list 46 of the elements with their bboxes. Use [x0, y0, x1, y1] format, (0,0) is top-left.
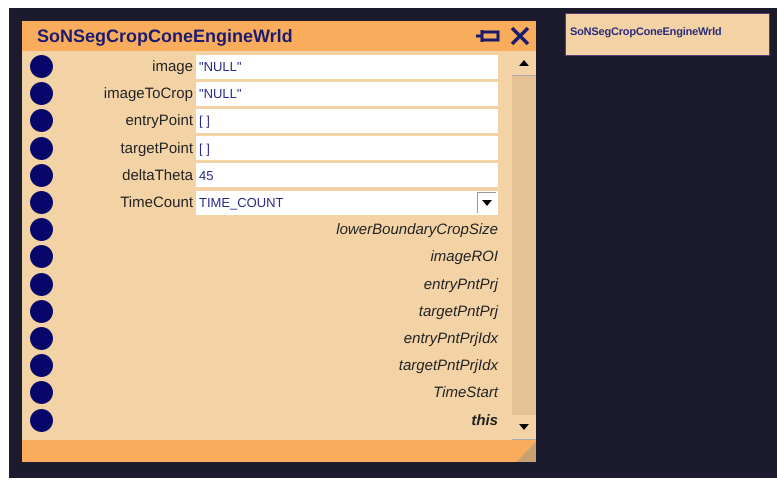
minimap-title: SoNSegCropConeEngineWrld [570, 26, 722, 38]
port-label: TimeCount [119, 194, 193, 212]
dropdown-field[interactable]: TIME_COUNT [196, 190, 498, 215]
port-dot[interactable] [30, 218, 53, 242]
port-label: imageToCrop [102, 85, 193, 102]
output-label: imageROI [430, 248, 498, 266]
scroll-up-button[interactable] [512, 51, 536, 76]
node-title: SoNSegCropConeEngineWrld [37, 26, 294, 46]
port-dot[interactable] [30, 164, 53, 187]
port-dot[interactable] [30, 354, 53, 378]
port-dot[interactable] [30, 381, 53, 404]
port-label: deltaTheta [121, 166, 193, 184]
port-dot[interactable] [30, 191, 53, 214]
port-dot[interactable] [30, 136, 53, 160]
output-label: entryPntPrj [424, 276, 498, 293]
input-field[interactable]: "NULL" [196, 82, 498, 106]
port-dot[interactable] [30, 245, 53, 268]
port-label: targetPoint [119, 140, 193, 157]
caret-up-icon [519, 60, 529, 66]
port-dot[interactable] [30, 109, 53, 132]
port-dot[interactable] [30, 82, 53, 106]
output-label: this [471, 412, 498, 429]
port-dot[interactable] [30, 326, 53, 350]
port-label: entryPoint [124, 112, 193, 130]
input-field[interactable]: [ ] [196, 136, 498, 160]
port-dot[interactable] [30, 55, 53, 78]
port-dot[interactable] [30, 408, 53, 432]
output-label: entryPntPrjIdx [404, 330, 498, 347]
port-label: image [151, 58, 193, 76]
caret-down-icon [519, 424, 529, 430]
resize-grip-icon[interactable] [516, 442, 536, 462]
output-label: lowerBoundaryCropSize [336, 221, 498, 238]
port-dot[interactable] [30, 272, 53, 296]
input-field[interactable]: 45 [196, 163, 498, 188]
caret-icon [482, 200, 492, 206]
output-label: targetPntPrjIdx [398, 357, 498, 374]
pin-icon[interactable] [474, 27, 500, 45]
output-label: targetPntPrj [418, 302, 498, 320]
input-field[interactable]: [ ] [196, 108, 498, 133]
port-dot[interactable] [30, 300, 53, 323]
close-icon[interactable] [510, 26, 530, 46]
scrollbar[interactable] [512, 51, 536, 440]
minimap-node[interactable]: SoNSegCropConeEngineWrld [565, 13, 770, 56]
scroll-down-button[interactable] [512, 415, 536, 440]
input-field[interactable]: "NULL" [196, 54, 498, 79]
output-label: TimeStart [433, 384, 498, 402]
